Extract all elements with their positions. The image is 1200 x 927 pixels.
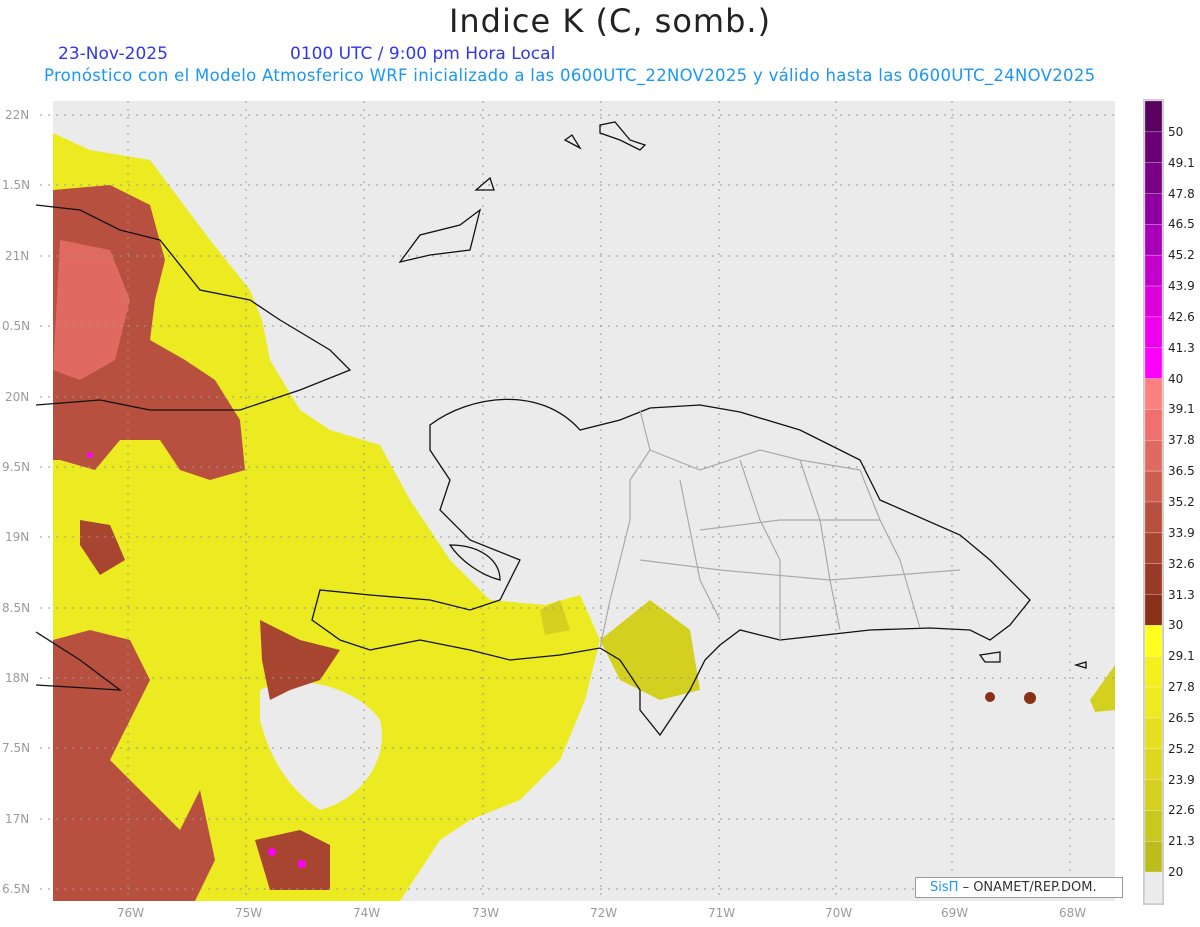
- lat-label: 6.5N: [2, 882, 31, 896]
- colorbar-label: 41.3: [1168, 340, 1195, 355]
- lon-label: 69W: [941, 906, 969, 920]
- colorbar-swatch: [1144, 131, 1163, 163]
- credit-text: – ONAMET/REP.DOM.: [962, 880, 1097, 895]
- colorbar-label: 35.2: [1168, 495, 1195, 509]
- colorbar-swatch: [1144, 285, 1163, 318]
- lat-label: 21N: [5, 249, 30, 263]
- colorbar-swatch: [1144, 532, 1163, 564]
- lat-label: 9.5N: [2, 460, 31, 474]
- colorbar-swatch: [1144, 748, 1163, 780]
- lon-label: 68W: [1059, 906, 1087, 920]
- colorbar-swatch: [1144, 378, 1163, 410]
- colorbar-swatch: [1144, 594, 1163, 626]
- colorbar-label: 42.6: [1168, 309, 1195, 324]
- colorbar-label: 40: [1168, 371, 1184, 386]
- colorbar-swatch: [1144, 625, 1163, 657]
- colorbar-label: 45.2: [1168, 248, 1195, 263]
- lon-label: 70W: [825, 906, 853, 920]
- colorbar-swatch: [1144, 779, 1163, 811]
- colorbar-label: 47.8: [1168, 186, 1195, 201]
- colorbar-swatch: [1144, 655, 1163, 688]
- colorbar-swatch: [1144, 162, 1163, 194]
- colorbar-label: 43.9: [1168, 279, 1195, 294]
- colorbar-label: 25.2: [1168, 741, 1195, 756]
- credit-brand: SisΠ: [930, 880, 959, 895]
- lon-label: 71W: [708, 906, 736, 920]
- credit-box: SisΠ – ONAMET/REP.DOM.: [915, 877, 1123, 898]
- colorbar-label: 39.1: [1168, 402, 1195, 417]
- lat-label: 7.5N: [2, 741, 31, 755]
- colorbar-swatch: [1144, 224, 1163, 256]
- colorbar: [1143, 99, 1164, 905]
- colorbar-label: 30: [1168, 618, 1184, 633]
- colorbar-label: 50: [1168, 124, 1184, 139]
- colorbar-label: 22.6: [1168, 803, 1195, 818]
- colorbar-swatch: [1144, 316, 1163, 349]
- lat-label: 22N: [5, 108, 30, 122]
- colorbar-label: 20: [1168, 865, 1184, 880]
- colorbar-swatch: [1144, 717, 1163, 750]
- lat-label: 17N: [5, 812, 30, 826]
- lon-label: 75W: [235, 906, 263, 920]
- colorbar-label: 46.5: [1168, 217, 1195, 232]
- colorbar-swatch: [1144, 193, 1163, 225]
- colorbar-swatch: [1144, 100, 1163, 133]
- colorbar-label: 21.3: [1168, 834, 1195, 849]
- colorbar-label: 23.9: [1168, 772, 1195, 787]
- map-canvas: [35, 99, 1164, 905]
- colorbar-swatch: [1144, 254, 1163, 287]
- lon-label: 76W: [117, 906, 145, 920]
- colorbar-swatch: [1144, 563, 1163, 595]
- lat-label: 8.5N: [2, 601, 31, 615]
- colorbar-label: 36.5: [1168, 464, 1195, 479]
- colorbar-label: 32.6: [1168, 556, 1195, 571]
- lat-label: 0.5N: [2, 319, 31, 333]
- colorbar-label: 37.8: [1168, 433, 1195, 448]
- lon-label: 73W: [472, 906, 500, 920]
- colorbar-swatch: [1144, 871, 1163, 904]
- lon-label: 74W: [353, 906, 381, 920]
- colorbar-label: 29.1: [1168, 649, 1195, 664]
- lat-label: 20N: [5, 390, 30, 404]
- colorbar-label: 31.3: [1168, 587, 1195, 602]
- colorbar-swatch: [1144, 470, 1163, 503]
- colorbar-label: 33.9: [1168, 525, 1195, 540]
- lon-label: 72W: [590, 906, 618, 920]
- colorbar-label: 26.5: [1168, 710, 1195, 725]
- lat-label: 1.5N: [2, 178, 31, 192]
- lat-label: 18N: [5, 671, 30, 685]
- lat-label: 19N: [5, 530, 30, 544]
- colorbar-swatch: [1144, 686, 1163, 719]
- colorbar-swatch: [1144, 810, 1163, 842]
- colorbar-swatch: [1144, 501, 1163, 534]
- colorbar-label: 49.1: [1168, 155, 1195, 170]
- colorbar-swatch: [1144, 841, 1163, 873]
- colorbar-swatch: [1144, 409, 1163, 441]
- colorbar-swatch: [1144, 347, 1163, 379]
- colorbar-label: 27.8: [1168, 680, 1195, 695]
- colorbar-swatch: [1144, 440, 1163, 472]
